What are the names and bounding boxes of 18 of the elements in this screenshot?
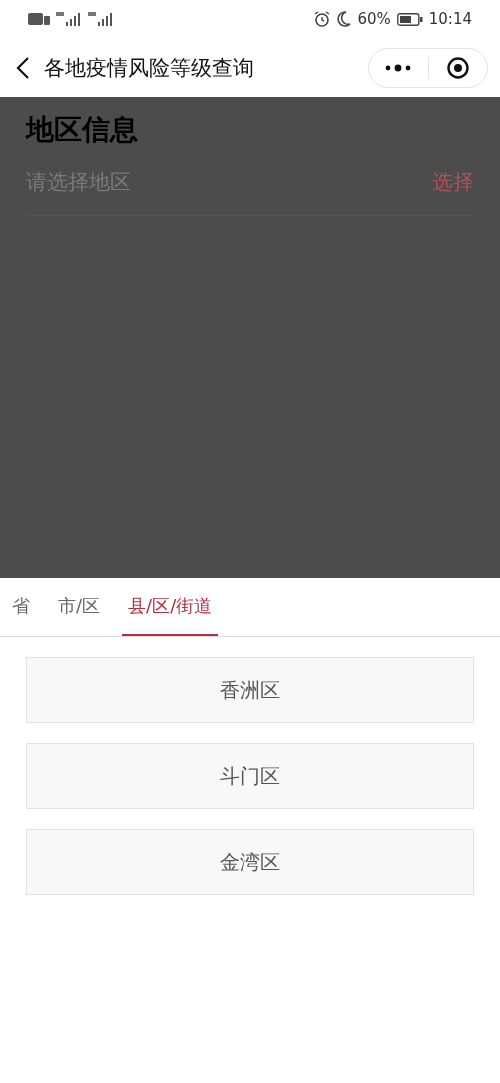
- battery-percent: 60%: [357, 10, 391, 28]
- hd-icon: [28, 13, 50, 25]
- clock-time: 10:14: [428, 10, 472, 28]
- district-option[interactable]: 香洲区: [26, 657, 474, 723]
- moon-icon: [336, 11, 352, 27]
- section-title: 地区信息: [26, 112, 139, 148]
- alarm-icon: [314, 11, 331, 27]
- battery-icon: [396, 12, 423, 26]
- level-tab[interactable]: 省: [6, 578, 36, 636]
- district-option[interactable]: 金湾区: [26, 829, 474, 895]
- back-icon[interactable]: [16, 55, 30, 80]
- page-title: 各地疫情风险等级查询: [44, 54, 255, 82]
- level-tab[interactable]: 县/区/街道: [122, 578, 219, 636]
- district-option[interactable]: 斗门区: [26, 743, 474, 809]
- signal-icon: [88, 12, 114, 26]
- more-icon[interactable]: [385, 63, 412, 72]
- signal-icon: [56, 12, 82, 26]
- level-tab[interactable]: 市/区: [52, 578, 107, 636]
